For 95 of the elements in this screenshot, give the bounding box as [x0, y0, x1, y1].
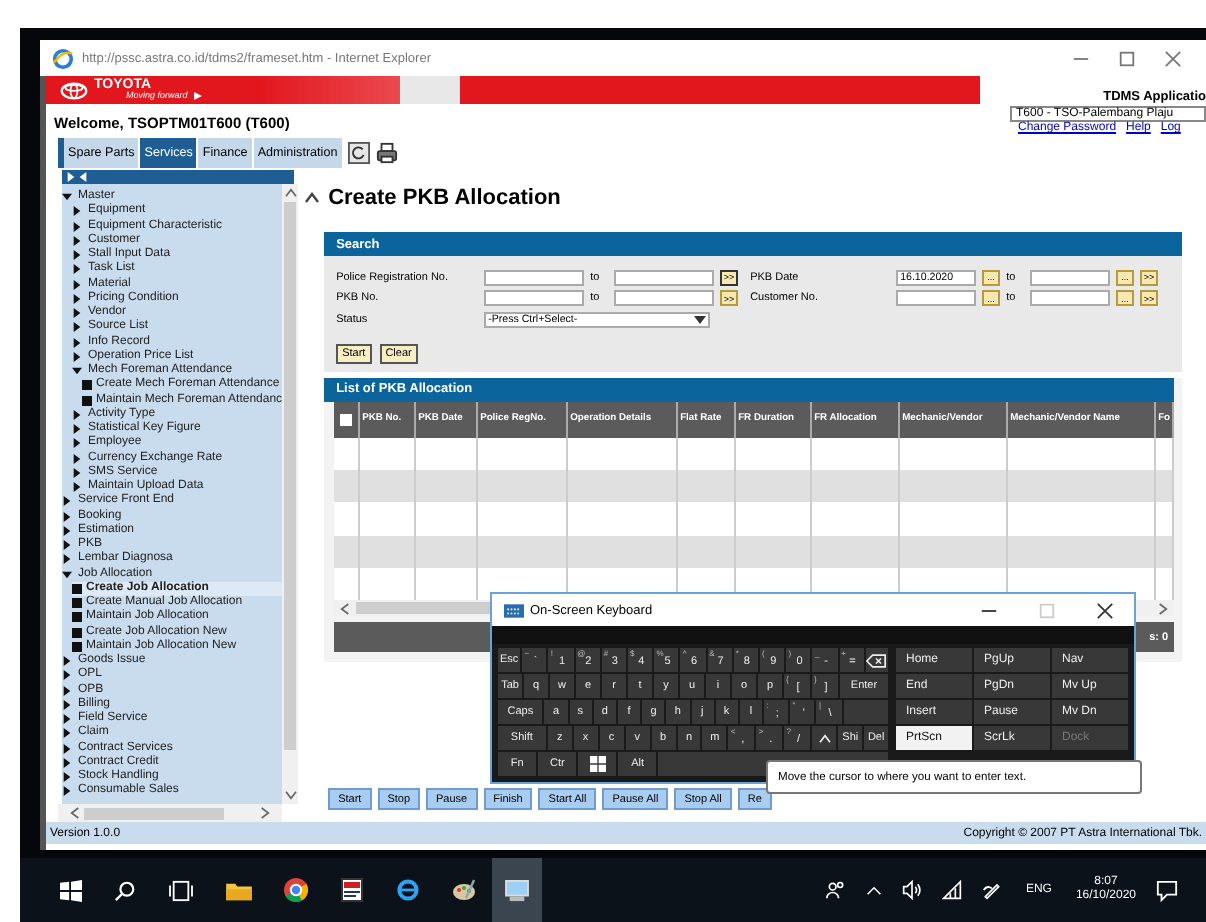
table-cell: [334, 437, 361, 470]
close-icon[interactable]: [1096, 601, 1114, 619]
table-cell: [568, 437, 679, 470]
chevron-right-icon[interactable]: [1158, 601, 1169, 616]
square-icon: [72, 598, 82, 609]
keyboard-monitor-icon: [504, 879, 530, 901]
input-field[interactable]: [896, 290, 977, 306]
windows-icon: [589, 756, 606, 772]
table-cell: [678, 502, 737, 536]
chevron-left-icon[interactable]: [340, 601, 351, 616]
table-cell: [900, 502, 1009, 536]
play-icon: [193, 92, 202, 100]
windows-start-icon[interactable]: [60, 879, 82, 901]
table-cell: [334, 469, 361, 503]
table-cell: [360, 437, 417, 470]
table-cell: [812, 469, 901, 503]
wifi-icon[interactable]: [941, 880, 962, 900]
keyboard-key[interactable]: [578, 752, 617, 776]
keyboard-key[interactable]: [865, 648, 889, 672]
taskbar-button[interactable]: [492, 858, 542, 922]
table-cell: [678, 535, 737, 569]
browser-e-icon[interactable]: [396, 878, 420, 902]
folder-icon[interactable]: [226, 879, 252, 901]
table-cell: [1156, 502, 1175, 536]
keyboard-key[interactable]: [812, 726, 837, 750]
table-cell: [1156, 437, 1175, 470]
page-title: Create PKB Allocation: [328, 186, 561, 210]
table-cell: [900, 535, 1009, 569]
input-field[interactable]: [484, 290, 585, 306]
table-cell: [416, 535, 479, 569]
browser-e-icon: [52, 47, 74, 69]
table-cell: [736, 502, 813, 536]
table-cell: [1156, 535, 1175, 569]
square-icon: [72, 612, 82, 623]
table-cell: [736, 535, 813, 569]
table-cell: [812, 502, 901, 536]
table-cell: [478, 535, 569, 569]
table-cell: [360, 535, 417, 569]
table-cell: [568, 502, 679, 536]
keyboard-icon: [504, 603, 524, 617]
square-icon: [72, 641, 82, 652]
table-cell: [678, 437, 737, 470]
table-cell: [736, 469, 813, 503]
input-field[interactable]: [484, 269, 585, 285]
notification-icon[interactable]: [1156, 879, 1178, 901]
refresh-icon[interactable]: [347, 142, 370, 164]
input-field[interactable]: [1030, 269, 1111, 285]
chevron-right-icon[interactable]: [260, 806, 271, 820]
table-cell: [1156, 568, 1175, 601]
printer-icon[interactable]: [375, 142, 398, 164]
chevron-left-icon[interactable]: [70, 806, 80, 820]
table-cell: [478, 502, 569, 536]
table-cell: [812, 535, 901, 569]
square-icon: [72, 627, 82, 638]
people-icon[interactable]: [825, 880, 846, 900]
maximize-icon[interactable]: [1118, 49, 1136, 67]
input-field[interactable]: [614, 290, 715, 306]
input-field[interactable]: [614, 269, 715, 285]
round-logo-icon[interactable]: [284, 878, 308, 902]
table-cell: [416, 469, 479, 503]
maximize-icon: [1038, 601, 1056, 619]
chevron-down-icon[interactable]: [283, 790, 298, 800]
table-cell: [568, 535, 679, 569]
table-cell: [416, 502, 479, 536]
table-cell: [478, 437, 569, 470]
table-cell: [568, 469, 679, 503]
dropdown-arrow-icon: [694, 315, 707, 323]
square-icon: [72, 583, 82, 594]
backspace-icon: [866, 653, 887, 667]
caret-up-icon: [817, 733, 832, 743]
square-icon: [82, 395, 92, 406]
table-cell: [812, 437, 901, 470]
select-all-checkbox[interactable]: [340, 413, 353, 425]
speaker-icon[interactable]: [901, 880, 922, 900]
table-cell: [478, 469, 569, 503]
pen-icon[interactable]: [981, 880, 1002, 900]
table-cell: [900, 437, 1009, 470]
scrollbar[interactable]: [58, 804, 283, 822]
table-cell: [678, 469, 737, 503]
table-cell: [736, 437, 813, 470]
search-icon[interactable]: [114, 879, 136, 901]
emblem-icon: [60, 81, 88, 99]
scrollbar[interactable]: [282, 184, 299, 804]
table-cell: [334, 535, 361, 569]
table-cell: [360, 502, 417, 536]
table-cell: [360, 469, 417, 503]
table-cell: [1156, 469, 1175, 503]
input-field[interactable]: [1030, 290, 1111, 306]
square-icon: [82, 380, 92, 391]
table-cell: [334, 502, 361, 536]
document-app-icon[interactable]: [340, 878, 364, 902]
task-view-icon[interactable]: [168, 879, 194, 901]
table-cell: [416, 437, 479, 470]
paint-palette-icon[interactable]: [452, 878, 476, 902]
table-cell: [900, 469, 1009, 503]
